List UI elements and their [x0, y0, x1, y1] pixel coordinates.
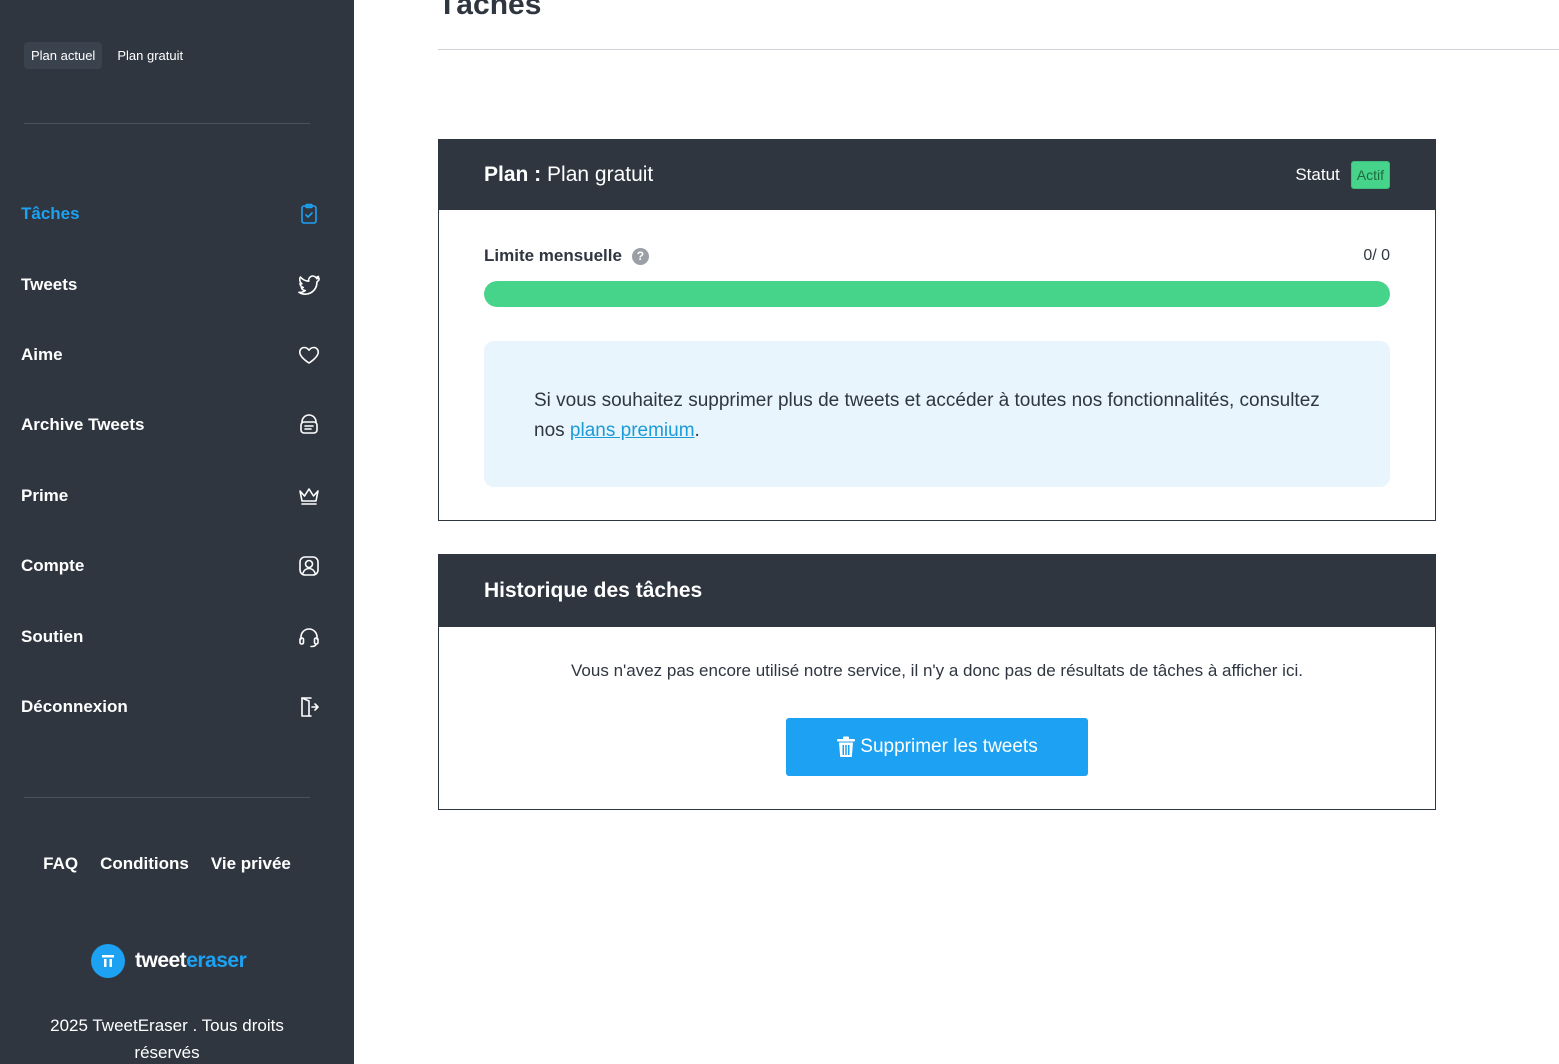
- premium-plans-link[interactable]: plans premium: [570, 420, 695, 441]
- plan-card: Plan : Plan gratuit Statut Actif Limite …: [438, 139, 1436, 521]
- sidebar-divider-top: [24, 123, 310, 124]
- help-icon[interactable]: ?: [631, 247, 649, 265]
- sidebar: Plan actuel Plan gratuit Tâches Tweets A…: [0, 0, 354, 1064]
- plan-value: Plan gratuit: [547, 163, 654, 186]
- plan-name: Plan : Plan gratuit: [484, 163, 653, 187]
- status-label: Statut: [1295, 165, 1340, 184]
- sidebar-divider-bottom: [24, 797, 310, 798]
- monthly-limit-label: Limite mensuelle ?: [484, 246, 649, 266]
- twitter-bird-icon: [296, 272, 322, 298]
- task-history-card: Historique des tâches Vous n'avez pas en…: [438, 554, 1436, 810]
- delete-tweets-button[interactable]: Supprimer les tweets: [786, 718, 1088, 776]
- logout-icon: [296, 694, 322, 720]
- usage-progress-fill: [484, 281, 1390, 307]
- sidebar-item-prime[interactable]: Prime: [0, 461, 354, 531]
- sidebar-item-label: Déconnexion: [21, 696, 128, 716]
- plan-current-tag: Plan actuel: [24, 42, 103, 69]
- sidebar-item-label: Soutien: [21, 626, 84, 646]
- trash-icon: [837, 736, 856, 757]
- tweeteraser-logo[interactable]: tweeteraser: [91, 944, 247, 978]
- sidebar-item-label: Archive Tweets: [21, 415, 145, 435]
- sidebar-item-compte[interactable]: Compte: [0, 531, 354, 601]
- archive-icon: [296, 412, 322, 438]
- logo-text: tweeteraser: [135, 949, 247, 972]
- crown-icon: [296, 483, 322, 509]
- privacy-link[interactable]: Vie privée: [211, 854, 291, 874]
- plan-prefix: Plan :: [484, 163, 542, 186]
- footer-links: FAQ Conditions Vie privée: [0, 854, 334, 874]
- task-history-header: Historique des tâches: [439, 555, 1435, 627]
- plan-card-header: Plan : Plan gratuit Statut Actif: [439, 140, 1435, 210]
- user-icon: [296, 553, 322, 579]
- sidebar-item-archive-tweets[interactable]: Archive Tweets: [0, 390, 354, 460]
- sidebar-item-label: Prime: [21, 485, 69, 505]
- page-title: Tâches: [438, 0, 542, 21]
- empty-history-message: Vous n'avez pas encore utilisé notre ser…: [571, 661, 1303, 680]
- sidebar-item-aime[interactable]: Aime: [0, 320, 354, 390]
- plan-tags: Plan actuel Plan gratuit: [24, 42, 190, 69]
- sidebar-item-taches[interactable]: Tâches: [0, 179, 354, 249]
- monthly-limit-row: Limite mensuelle ? 0/ 0: [484, 246, 1390, 266]
- sidebar-item-soutien[interactable]: Soutien: [0, 601, 354, 671]
- monthly-limit-count: 0/ 0: [1363, 247, 1390, 264]
- status: Statut Actif: [1295, 161, 1390, 189]
- faq-link[interactable]: FAQ: [43, 854, 78, 874]
- sidebar-item-tweets[interactable]: Tweets: [0, 249, 354, 319]
- status-badge: Actif: [1350, 161, 1390, 189]
- eraser-logo-icon: [91, 944, 125, 978]
- sidebar-item-label: Compte: [21, 556, 85, 576]
- heart-icon: [296, 342, 322, 368]
- delete-tweets-label: Supprimer les tweets: [860, 736, 1038, 757]
- clipboard-check-icon: [296, 201, 322, 227]
- plan-name-tag: Plan gratuit: [117, 48, 184, 63]
- conditions-link[interactable]: Conditions: [100, 854, 189, 874]
- sidebar-item-label: Tâches: [21, 204, 80, 224]
- sidebar-item-deconnexion[interactable]: Déconnexion: [0, 672, 354, 742]
- title-divider: [438, 49, 1559, 50]
- copyright: 2025 TweetEraser . Tous droits réservés: [50, 1016, 284, 1062]
- sidebar-item-label: Tweets: [21, 274, 78, 294]
- sidebar-item-label: Aime: [21, 344, 63, 364]
- upgrade-info-box: Si vous souhaitez supprimer plus de twee…: [484, 341, 1390, 487]
- sidebar-nav: Tâches Tweets Aime Archive Tweets Prime: [0, 179, 354, 742]
- usage-progress-bar: [484, 281, 1390, 307]
- headset-icon: [296, 624, 322, 650]
